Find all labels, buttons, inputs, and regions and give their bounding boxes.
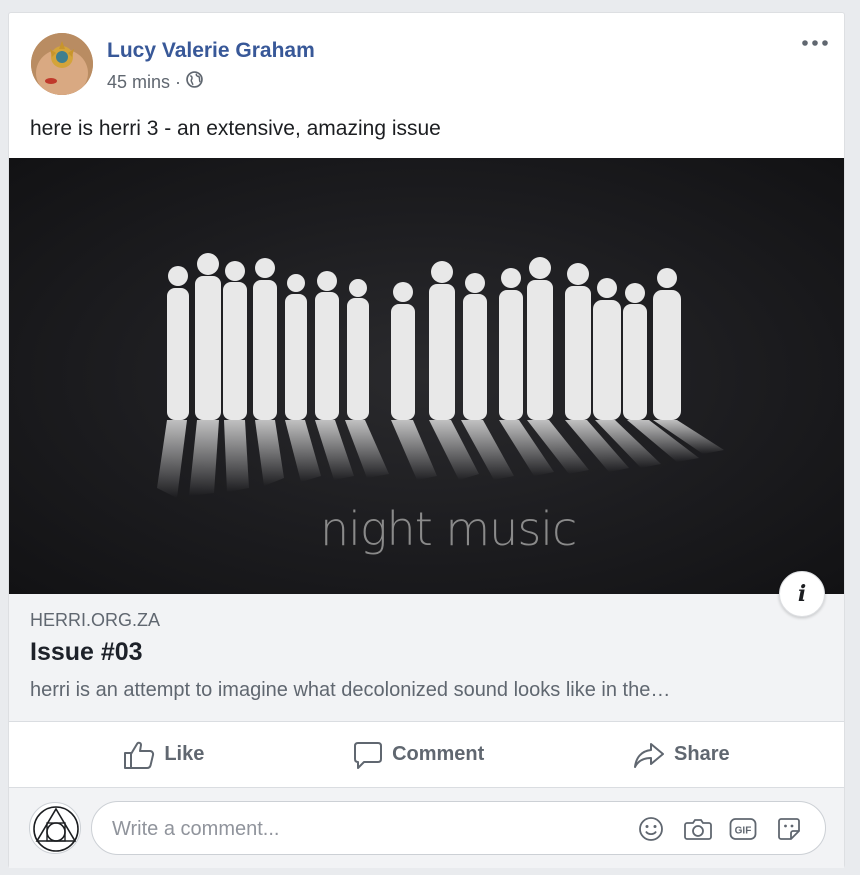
author-avatar[interactable] (31, 33, 93, 95)
gif-icon[interactable]: GIF (729, 816, 757, 842)
comment-input[interactable] (112, 814, 612, 844)
comment-input-wrapper[interactable]: GIF (91, 801, 826, 855)
link-description: herri is an attempt to imagine what deco… (30, 679, 671, 701)
link-preview-details[interactable]: HERRI.ORG.ZA Issue #03 herri is an attem… (9, 594, 844, 722)
post-text: here is herri 3 - an extensive, amazing … (30, 117, 441, 140)
image-caption: night music (320, 502, 577, 556)
comment-label: Comment (392, 743, 485, 765)
link-title[interactable]: Issue #03 (30, 638, 143, 667)
comment-composer: GIF (9, 788, 844, 868)
thumbs-up-icon (123, 740, 155, 770)
current-user-avatar[interactable] (29, 802, 81, 854)
globe-icon[interactable] (186, 71, 203, 93)
share-button[interactable]: Share (621, 735, 742, 775)
link-preview-image[interactable]: night music (9, 158, 844, 594)
speech-bubble-icon (353, 740, 383, 770)
more-options-icon[interactable] (800, 33, 830, 53)
emoji-icon[interactable] (637, 816, 665, 842)
share-arrow-icon (633, 741, 665, 769)
post-actions: Like Comment Share (9, 722, 844, 788)
author-name[interactable]: Lucy Valerie Graham (107, 39, 315, 63)
camera-icon[interactable] (684, 816, 712, 842)
post-meta: 45 mins · (107, 71, 203, 93)
share-label: Share (674, 743, 730, 765)
post-timestamp[interactable]: 45 mins (107, 72, 170, 93)
sticker-icon[interactable] (775, 816, 803, 842)
svg-text:GIF: GIF (735, 826, 752, 837)
post-card: Lucy Valerie Graham 45 mins · here is he… (8, 12, 845, 868)
like-label: Like (164, 743, 205, 765)
meta-separator: · (175, 71, 182, 92)
like-button[interactable]: Like (111, 734, 216, 776)
info-icon[interactable]: i (779, 571, 825, 617)
link-domain: HERRI.ORG.ZA (30, 610, 161, 630)
comment-button[interactable]: Comment (341, 734, 496, 776)
